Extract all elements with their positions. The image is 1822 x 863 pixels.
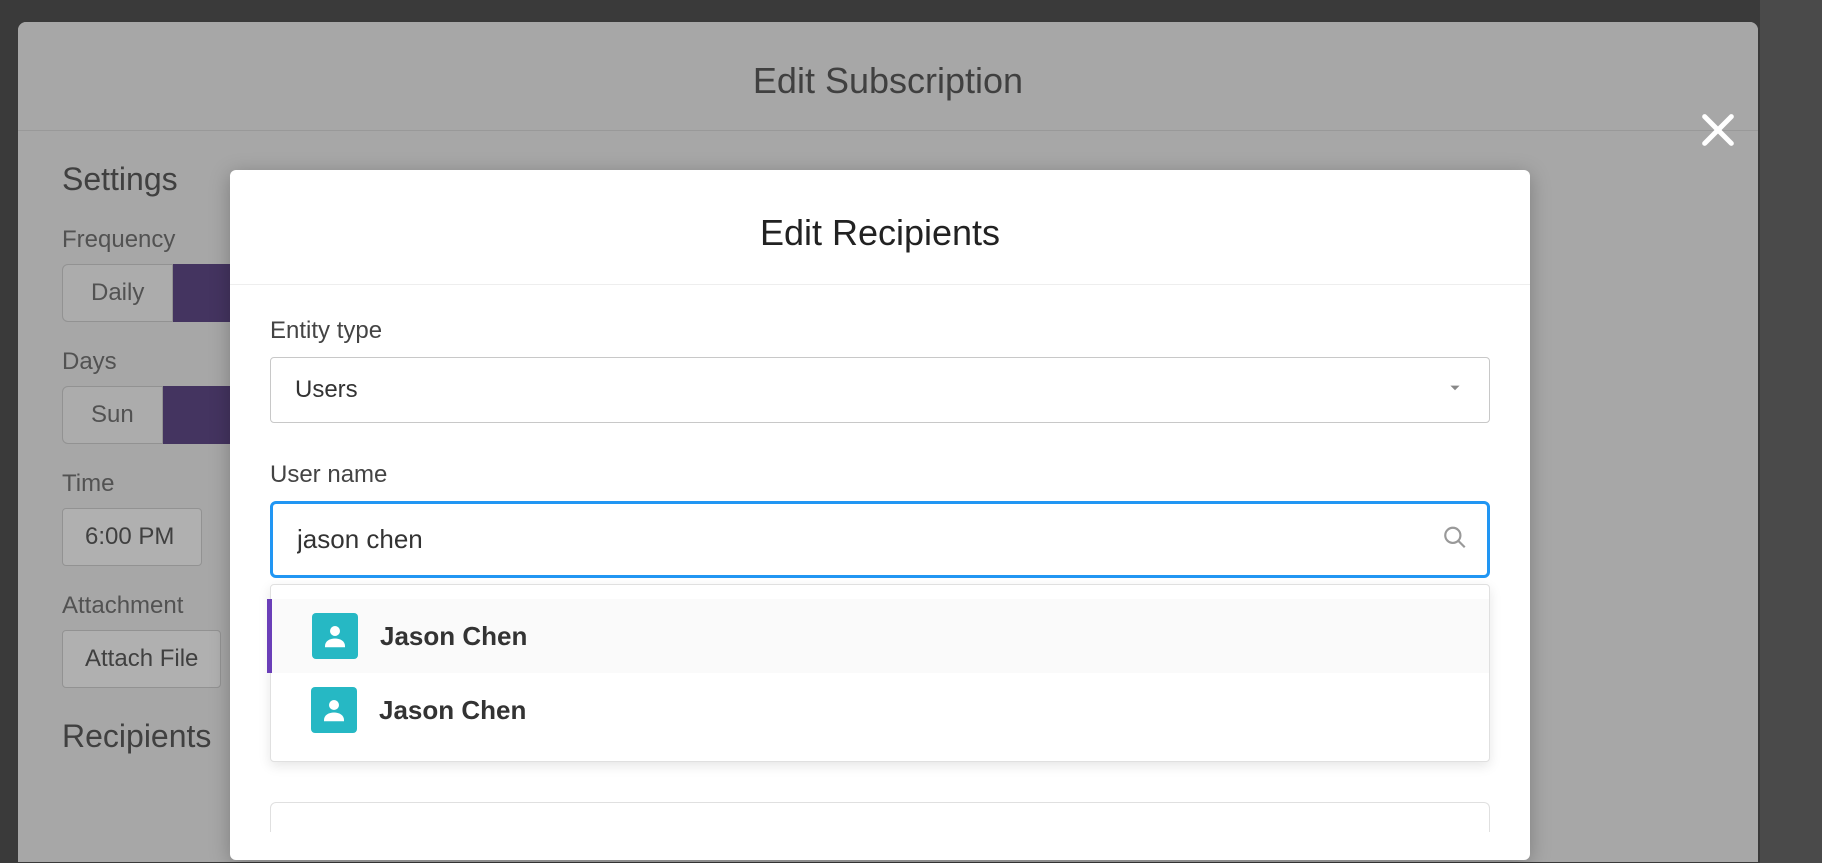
user-result-item[interactable]: Jason Chen xyxy=(267,599,1489,673)
edit-recipients-title: Edit Recipients xyxy=(230,170,1530,285)
user-result-name: Jason Chen xyxy=(380,621,527,652)
user-result-name: Jason Chen xyxy=(379,695,526,726)
close-button[interactable] xyxy=(1698,110,1738,159)
entity-type-label: Entity type xyxy=(270,317,1490,345)
recipients-list-container xyxy=(270,802,1490,832)
user-name-search-wrap xyxy=(270,501,1490,578)
search-icon xyxy=(1442,524,1468,555)
user-avatar-icon xyxy=(312,613,358,659)
user-name-label: User name xyxy=(270,461,1490,489)
entity-type-select[interactable]: Users xyxy=(270,357,1490,423)
edit-recipients-body: Entity type Users User name Jason C xyxy=(230,285,1530,832)
outer-frame xyxy=(1760,0,1822,863)
close-icon xyxy=(1698,108,1738,161)
entity-type-select-wrap: Users xyxy=(270,357,1490,423)
user-avatar-icon xyxy=(311,687,357,733)
edit-recipients-dialog: Edit Recipients Entity type Users User n… xyxy=(230,170,1530,860)
user-name-input[interactable] xyxy=(270,501,1490,578)
user-search-results: Jason Chen Jason Chen xyxy=(270,584,1490,762)
user-result-item[interactable]: Jason Chen xyxy=(267,673,1489,747)
